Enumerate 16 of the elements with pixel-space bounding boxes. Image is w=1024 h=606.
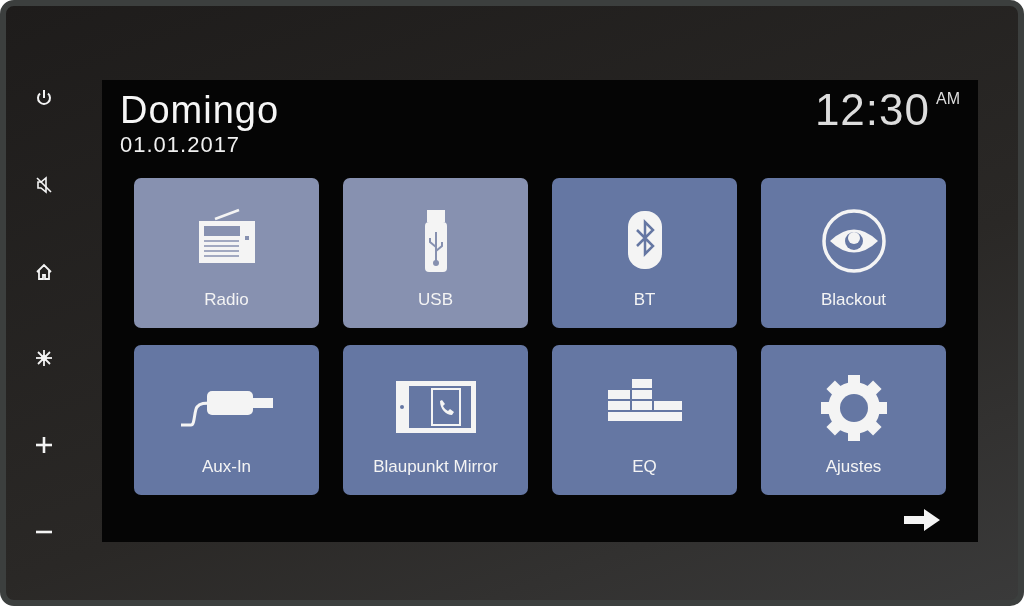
menu-tile[interactable]: Radio	[134, 178, 319, 328]
menu-tile[interactable]: BT	[552, 178, 737, 328]
menu-tile[interactable]: Ajustes	[761, 345, 946, 495]
mute-icon[interactable]	[33, 174, 54, 195]
plus-icon[interactable]	[33, 435, 54, 456]
brightness-icon[interactable]	[33, 348, 54, 369]
next-arrow-icon[interactable]	[904, 509, 940, 531]
menu-tile[interactable]: USB	[343, 178, 528, 328]
menu-tile[interactable]: Blackout	[761, 178, 946, 328]
date-label: 01.01.2017	[120, 132, 242, 158]
menu-tile[interactable]: Aux-In	[134, 345, 319, 495]
clock-time: 12:30	[814, 88, 930, 132]
menu-tile[interactable]: Blaupunkt Mirror	[343, 345, 528, 495]
weekday-label: Domingo	[120, 88, 280, 132]
meridiem-label: AM	[936, 90, 960, 108]
menu-tile[interactable]: EQ	[552, 345, 737, 495]
